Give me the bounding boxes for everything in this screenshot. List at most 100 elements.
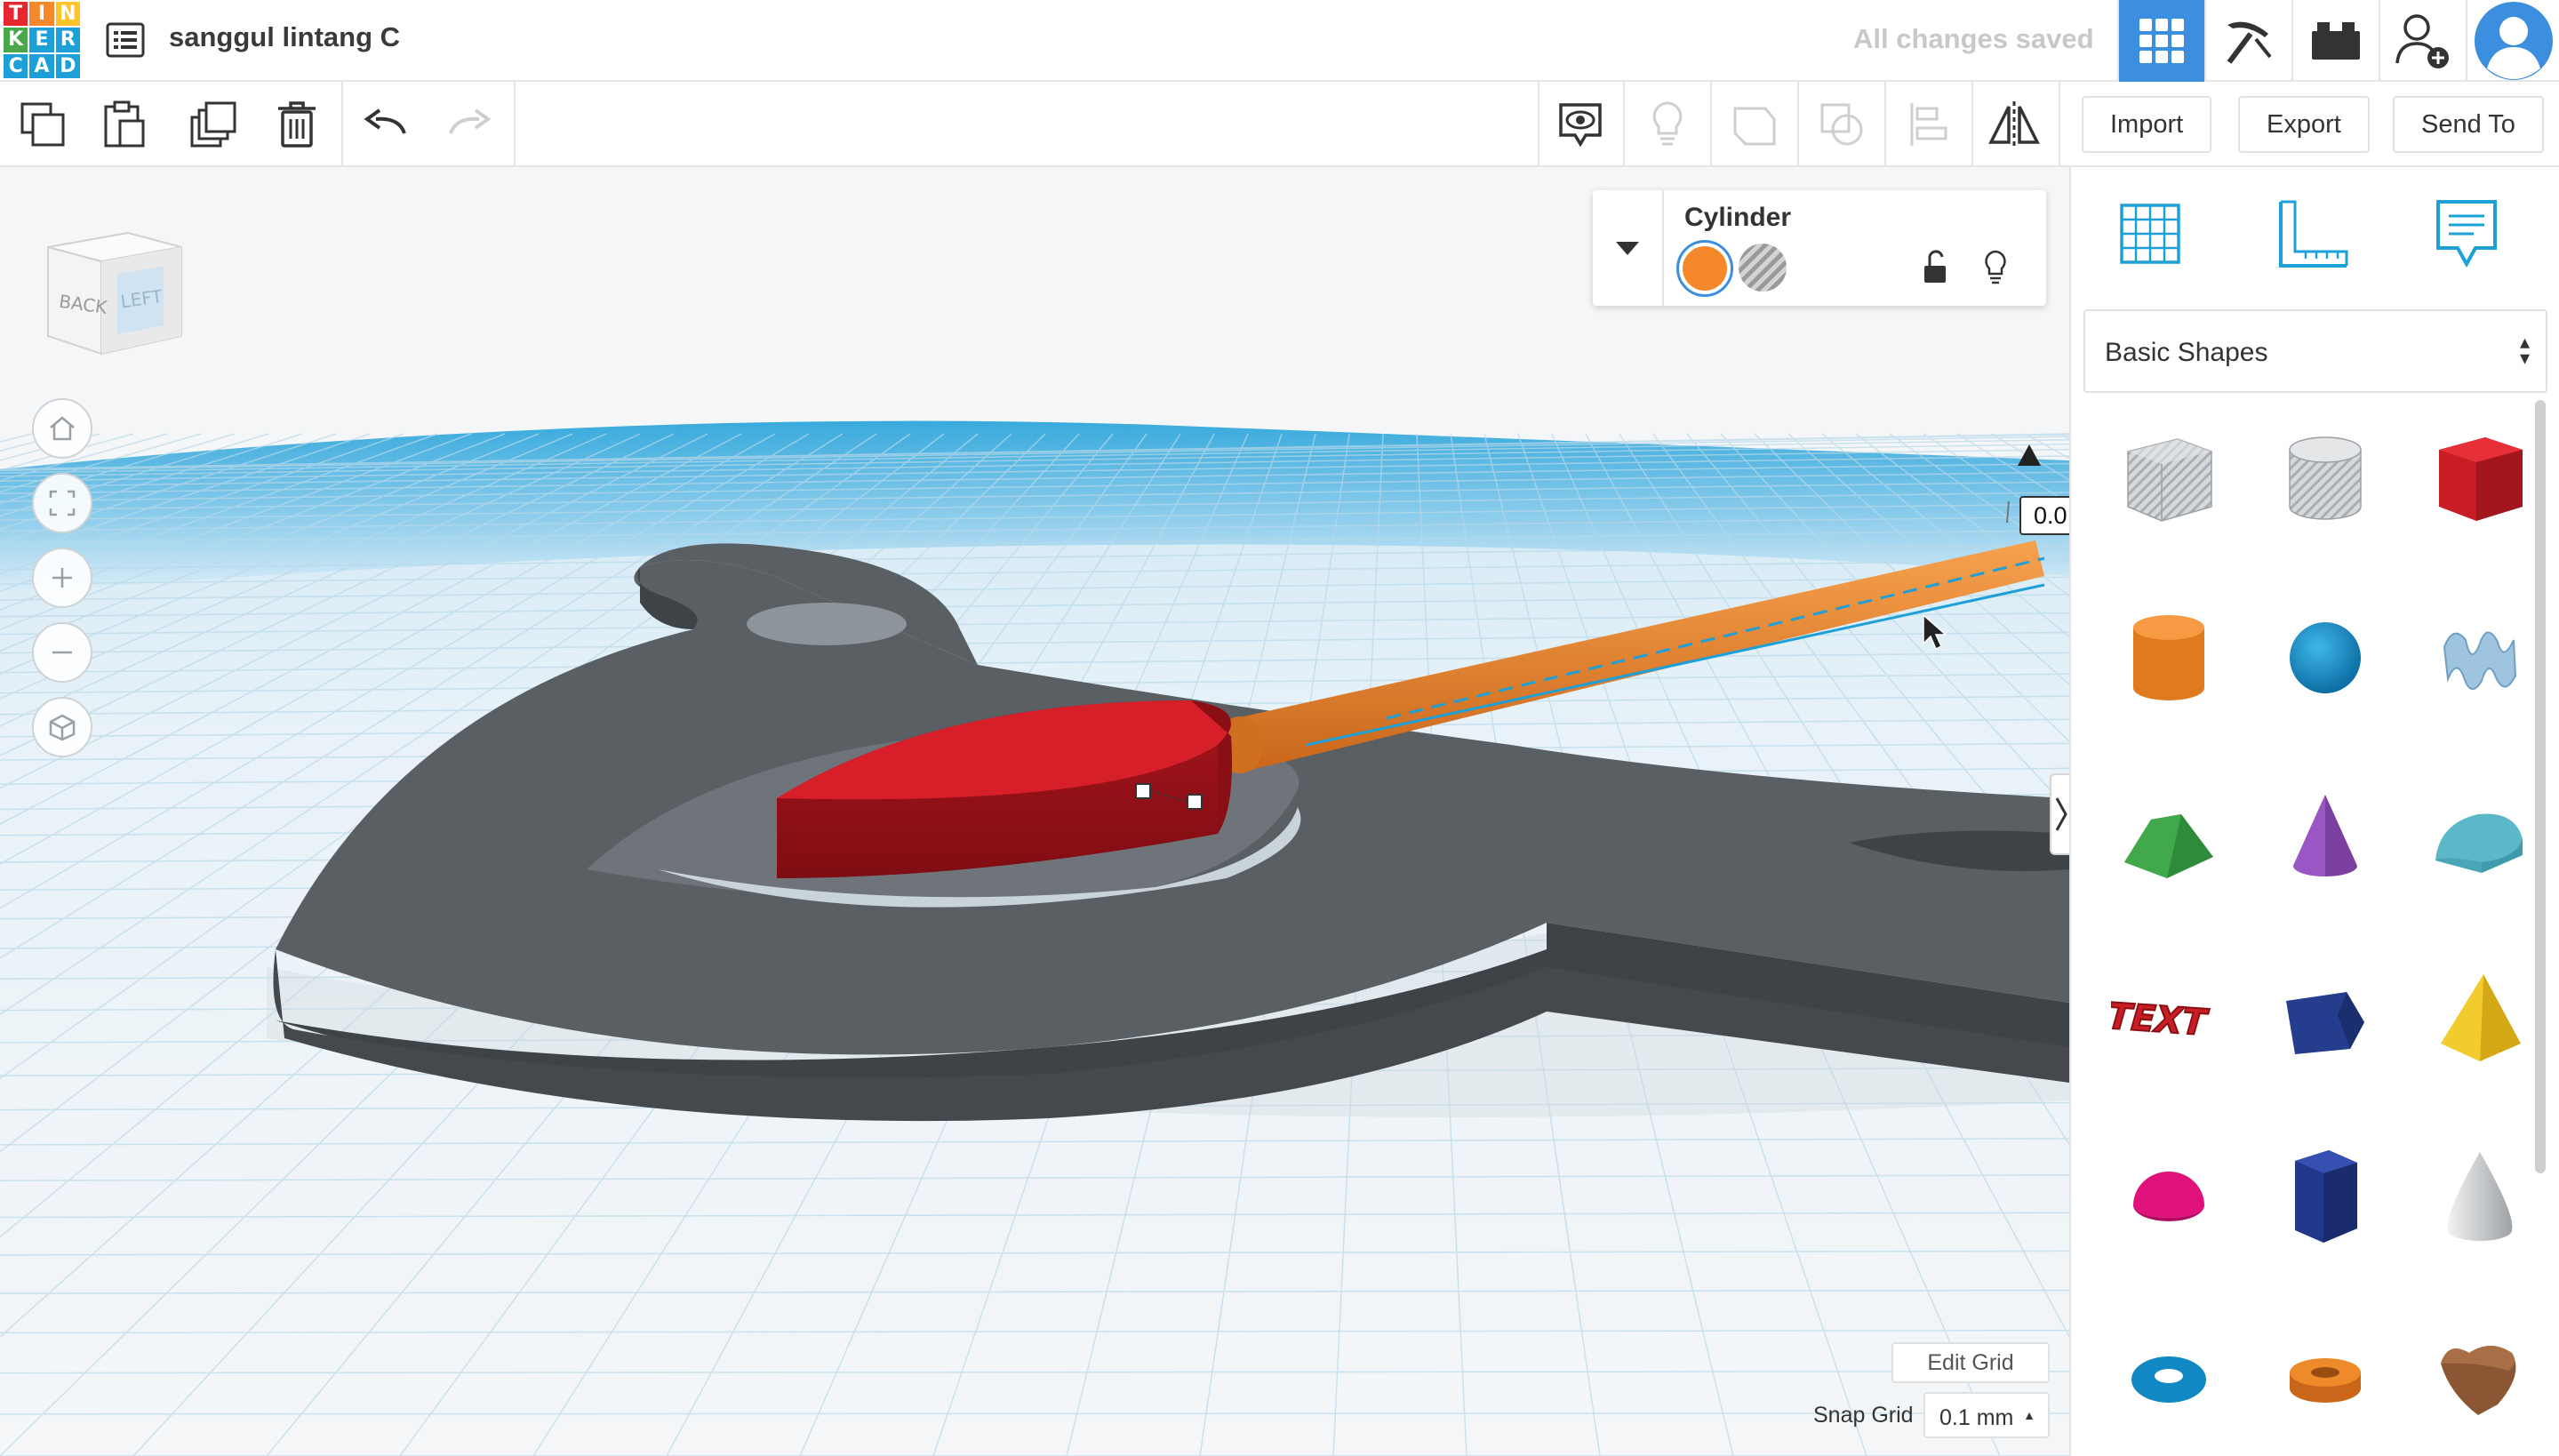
notes-tab[interactable]: [2418, 185, 2515, 283]
shape-pyramid[interactable]: [2418, 956, 2542, 1081]
workplane-tab[interactable]: [2101, 185, 2199, 283]
blocks-view-button[interactable]: [2204, 0, 2291, 82]
workplane-viewport[interactable]: BACK LEFT Cylinder 0.0 Edit Grid Snap Gr…: [0, 167, 2069, 1456]
pyramid-icon: [2441, 974, 2521, 1061]
tinkercad-logo[interactable]: TIN KER CAD: [4, 2, 80, 78]
shape-cone[interactable]: [2263, 775, 2387, 900]
snap-grid-value: 0.1 mm: [1939, 1405, 2014, 1430]
dimension-readout[interactable]: 0.0: [2019, 496, 2069, 535]
mirror-button[interactable]: [1986, 96, 2043, 153]
shape-box-hole[interactable]: [2107, 416, 2231, 540]
list-icon: [106, 22, 145, 58]
duplicate-button[interactable]: [185, 96, 242, 153]
minus-icon: [52, 651, 72, 654]
zoom-out-button[interactable]: [32, 622, 92, 683]
workplane-grid-icon: [2120, 204, 2180, 264]
solid-color-button[interactable]: [1676, 240, 1733, 297]
invite-user-button[interactable]: [2379, 0, 2466, 82]
logo-letter: A: [29, 53, 54, 78]
send-to-button[interactable]: Send To: [2393, 96, 2544, 153]
ungroup-icon: [1820, 103, 1863, 146]
paste-icon: [104, 100, 145, 148]
bricks-view-button[interactable]: [2291, 0, 2379, 82]
shape-text[interactable]: TEXT: [2107, 956, 2231, 1081]
shape-cylinder[interactable]: [2107, 596, 2231, 720]
logo-letter: K: [4, 28, 28, 52]
shape-polygon[interactable]: [2263, 1134, 2387, 1259]
paste-button[interactable]: [96, 96, 153, 153]
undo-button[interactable]: [357, 96, 414, 153]
delete-button[interactable]: [268, 96, 325, 153]
half-sphere-icon: [2133, 1172, 2204, 1221]
shape-tube[interactable]: [2263, 1314, 2387, 1438]
visibility-button[interactable]: [1973, 245, 2018, 290]
ruler-icon: [2279, 200, 2348, 268]
home-view-button[interactable]: [32, 398, 92, 459]
caret-up-icon: ▲: [2023, 1408, 2035, 1422]
shape-diamond[interactable]: [2263, 956, 2387, 1081]
import-button[interactable]: Import: [2082, 96, 2212, 153]
3d-design-view-button[interactable]: [2117, 0, 2204, 82]
duplicate-icon: [190, 101, 236, 148]
select-arrows-icon: ▴ ▾: [2519, 331, 2530, 369]
lock-button[interactable]: [1913, 245, 1957, 290]
zoom-in-button[interactable]: [32, 548, 92, 608]
panel-collapse-tab[interactable]: [2050, 773, 2069, 855]
3d-scene[interactable]: [0, 167, 2069, 1456]
toolbar-divider: [1623, 82, 1625, 167]
export-button[interactable]: Export: [2238, 96, 2370, 153]
shapes-panel-scrollbar[interactable]: [2535, 400, 2546, 1173]
brick-icon: [2312, 22, 2360, 60]
snap-grid-select[interactable]: 0.1 mm ▲: [1923, 1392, 2050, 1438]
perspective-toggle-button[interactable]: [32, 697, 92, 757]
solid-color-swatch: [1683, 246, 1727, 291]
add-user-icon: [2395, 14, 2449, 68]
snap-grid-label: Snap Grid: [1813, 1403, 1914, 1428]
logo-letter: D: [55, 53, 80, 78]
note-icon: [2436, 200, 2497, 268]
shape-scribble[interactable]: [2418, 596, 2542, 720]
cylinder-icon: [2133, 615, 2204, 700]
align-button[interactable]: [1900, 96, 1957, 153]
inspector-collapse-button[interactable]: [1593, 190, 1664, 306]
shape-cylinder-hole[interactable]: [2263, 416, 2387, 540]
shape-round-roof[interactable]: [2418, 775, 2542, 900]
ruler-tab[interactable]: [2261, 185, 2359, 283]
save-status: All changes saved: [1853, 23, 2094, 54]
svg-text:TEXT: TEXT: [2111, 995, 2212, 1044]
roof-icon: [2124, 814, 2213, 878]
shape-paraboloid[interactable]: [2418, 1134, 2542, 1259]
toolbar-divider: [2059, 82, 2060, 167]
copy-icon: [20, 102, 65, 147]
user-avatar-button[interactable]: [2466, 0, 2559, 82]
show-all-button[interactable]: [1639, 96, 1696, 153]
notes-tool-button[interactable]: [1552, 96, 1609, 153]
fit-view-button[interactable]: [32, 473, 92, 533]
ungroup-button[interactable]: [1813, 96, 1870, 153]
shape-inspector: Cylinder: [1593, 190, 2046, 306]
logo-letter: R: [55, 28, 80, 52]
hole-button[interactable]: [1739, 244, 1787, 292]
round-roof-icon: [2435, 813, 2523, 873]
shape-box[interactable]: [2418, 416, 2542, 540]
shape-half-sphere[interactable]: [2107, 1134, 2231, 1259]
view-cube[interactable]: BACK LEFT: [39, 220, 190, 372]
shape-roof[interactable]: [2107, 775, 2231, 900]
copy-button[interactable]: [14, 96, 71, 153]
shape-heart[interactable]: [2418, 1314, 2542, 1438]
cylinder-hole-icon: [2289, 436, 2362, 520]
design-list-button[interactable]: [103, 18, 148, 62]
shape-sphere[interactable]: [2263, 596, 2387, 720]
redo-button[interactable]: [441, 96, 498, 153]
design-title[interactable]: sanggul lintang C: [169, 21, 400, 53]
shape-torus[interactable]: [2107, 1314, 2231, 1438]
edit-toolbar: Import Export Send To: [0, 82, 2559, 167]
undo-icon: [364, 108, 406, 134]
paraboloid-icon: [2447, 1152, 2513, 1241]
box-hole-icon: [2127, 438, 2212, 522]
shape-category-select[interactable]: Basic Shapes ▴ ▾: [2083, 309, 2547, 393]
toolbar-divider: [1884, 82, 1886, 167]
edit-grid-button[interactable]: Edit Grid: [1891, 1342, 2050, 1383]
align-icon: [1910, 103, 1947, 146]
group-button[interactable]: [1726, 96, 1783, 153]
